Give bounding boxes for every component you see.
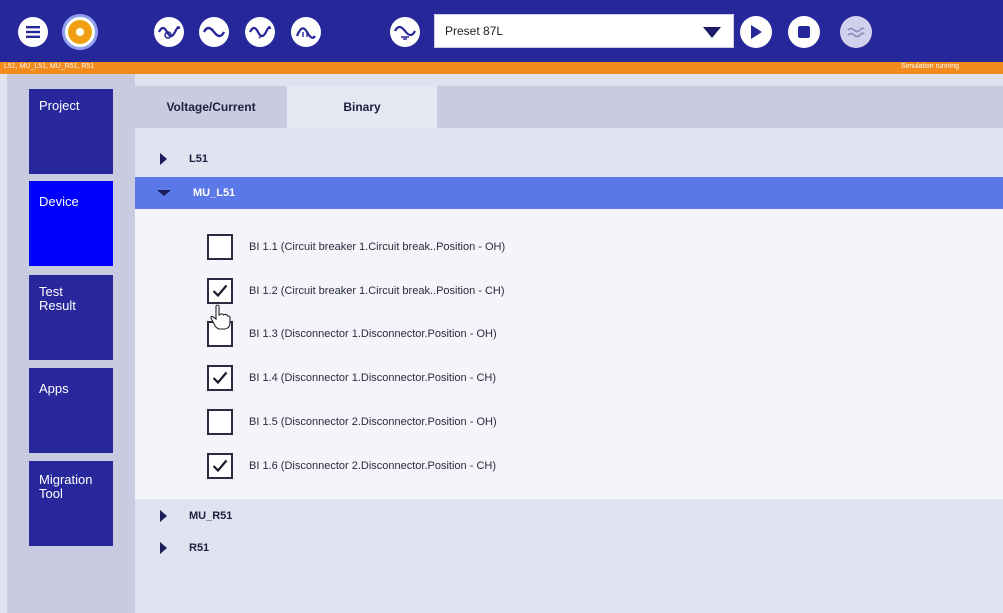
tab-binary[interactable]: Binary (287, 86, 437, 128)
nav-project-label: Project (39, 98, 80, 113)
bi-1-4-label: BI 1.4 (Disconnector 1.Disconnector.Posi… (249, 372, 496, 384)
checkmark-icon (212, 284, 228, 298)
nav-device-button[interactable]: Device (29, 181, 113, 266)
status-bar: L51, MU_L51, MU_R51, R51 Simulation runn… (0, 62, 1003, 74)
signal-fault-icon[interactable] (245, 17, 275, 47)
group-label: MU_L51 (193, 187, 236, 199)
bi-1-5-label: BI 1.5 (Disconnector 2.Disconnector.Posi… (249, 416, 497, 428)
play-icon[interactable] (740, 16, 772, 48)
bi-1-4-checkbox[interactable] (207, 365, 233, 391)
nav-apps-button[interactable]: Apps (29, 368, 113, 453)
checkmark-icon (212, 459, 228, 473)
signal-half-icon[interactable] (291, 17, 321, 47)
expand-arrow-icon[interactable] (160, 153, 167, 165)
status-simulation: Simulation running (901, 63, 959, 70)
app-window: Preset 87L L51, MU_L51, MU_R51, R51 Simu… (0, 0, 1003, 613)
expand-arrow-icon[interactable] (160, 510, 167, 522)
nav-migration-label-1: Migration (39, 472, 93, 487)
tab-binary-label: Binary (343, 100, 381, 114)
nav-apps-label: Apps (39, 381, 69, 396)
list-item: BI 1.1 (Circuit breaker 1.Circuit break.… (207, 234, 505, 260)
list-item: BI 1.6 (Disconnector 2.Disconnector.Posi… (207, 453, 496, 479)
preset-select[interactable]: Preset 87L (434, 14, 734, 48)
nav-migration-tool-button[interactable]: Migration Tool (29, 461, 113, 546)
group-row-l51[interactable]: L51 (135, 143, 1003, 175)
bi-1-5-checkbox[interactable] (207, 409, 233, 435)
expand-arrow-icon[interactable] (160, 542, 167, 554)
list-item: BI 1.4 (Disconnector 1.Disconnector.Posi… (207, 365, 496, 391)
group-label: R51 (189, 542, 210, 554)
tab-voltage-current[interactable]: Voltage/Current (135, 86, 287, 128)
group-row-r51[interactable]: R51 (135, 532, 1003, 564)
nav-test-result-label-2: Result (39, 298, 76, 313)
group-row-mu-r51[interactable]: MU_R51 (135, 500, 1003, 532)
nav-project-button[interactable]: Project (29, 89, 113, 174)
bi-1-1-checkbox[interactable] (207, 234, 233, 260)
nav-device-label: Device (39, 194, 79, 209)
collapse-arrow-icon[interactable] (157, 190, 171, 196)
bi-1-2-label: BI 1.2 (Circuit breaker 1.Circuit break.… (249, 285, 505, 297)
tab-bar-filler (437, 86, 1003, 128)
nav-test-result-button[interactable]: Test Result (29, 275, 113, 360)
status-devices: L51, MU_L51, MU_R51, R51 (4, 63, 95, 70)
tab-bar: Voltage/Current Binary (135, 86, 1003, 128)
sine-wave-icon[interactable] (199, 17, 229, 47)
signal-earth-icon[interactable] (390, 17, 420, 47)
chevron-down-icon[interactable] (703, 27, 721, 38)
list-item: BI 1.5 (Disconnector 2.Disconnector.Posi… (207, 409, 497, 435)
side-navigation: Project Device Test Result Apps Migratio… (7, 74, 135, 613)
nav-test-result-label-1: Test (39, 284, 63, 299)
group-label: MU_R51 (189, 510, 233, 522)
group-label: L51 (189, 153, 208, 165)
top-toolbar: Preset 87L (0, 0, 1003, 62)
app-logo-icon[interactable] (62, 14, 98, 50)
list-item: BI 1.2 (Circuit breaker 1.Circuit break.… (207, 278, 505, 304)
bi-1-6-checkbox[interactable] (207, 453, 233, 479)
preset-value: Preset 87L (445, 24, 504, 38)
bi-1-6-label: BI 1.6 (Disconnector 2.Disconnector.Posi… (249, 460, 496, 472)
signal-gen-icon[interactable] (154, 17, 184, 47)
bi-1-2-checkbox[interactable] (207, 278, 233, 304)
nav-migration-label-2: Tool (39, 486, 63, 501)
main-panel: Voltage/Current Binary L51 MU_L51 BI 1.1… (135, 74, 1003, 613)
hand-cursor-icon (210, 304, 231, 330)
stop-icon[interactable] (788, 16, 820, 48)
checkmark-icon (212, 371, 228, 385)
group-row-mu-l51[interactable]: MU_L51 (135, 177, 1003, 209)
binary-input-list: BI 1.1 (Circuit breaker 1.Circuit break.… (135, 209, 1003, 499)
bi-1-3-label: BI 1.3 (Disconnector 1.Disconnector.Posi… (249, 328, 497, 340)
tab-voltage-current-label: Voltage/Current (166, 100, 256, 114)
bi-1-1-label: BI 1.1 (Circuit breaker 1.Circuit break.… (249, 241, 506, 253)
wave-icon[interactable] (840, 16, 872, 48)
menu-icon[interactable] (18, 17, 48, 47)
list-item: BI 1.3 (Disconnector 1.Disconnector.Posi… (207, 321, 497, 347)
